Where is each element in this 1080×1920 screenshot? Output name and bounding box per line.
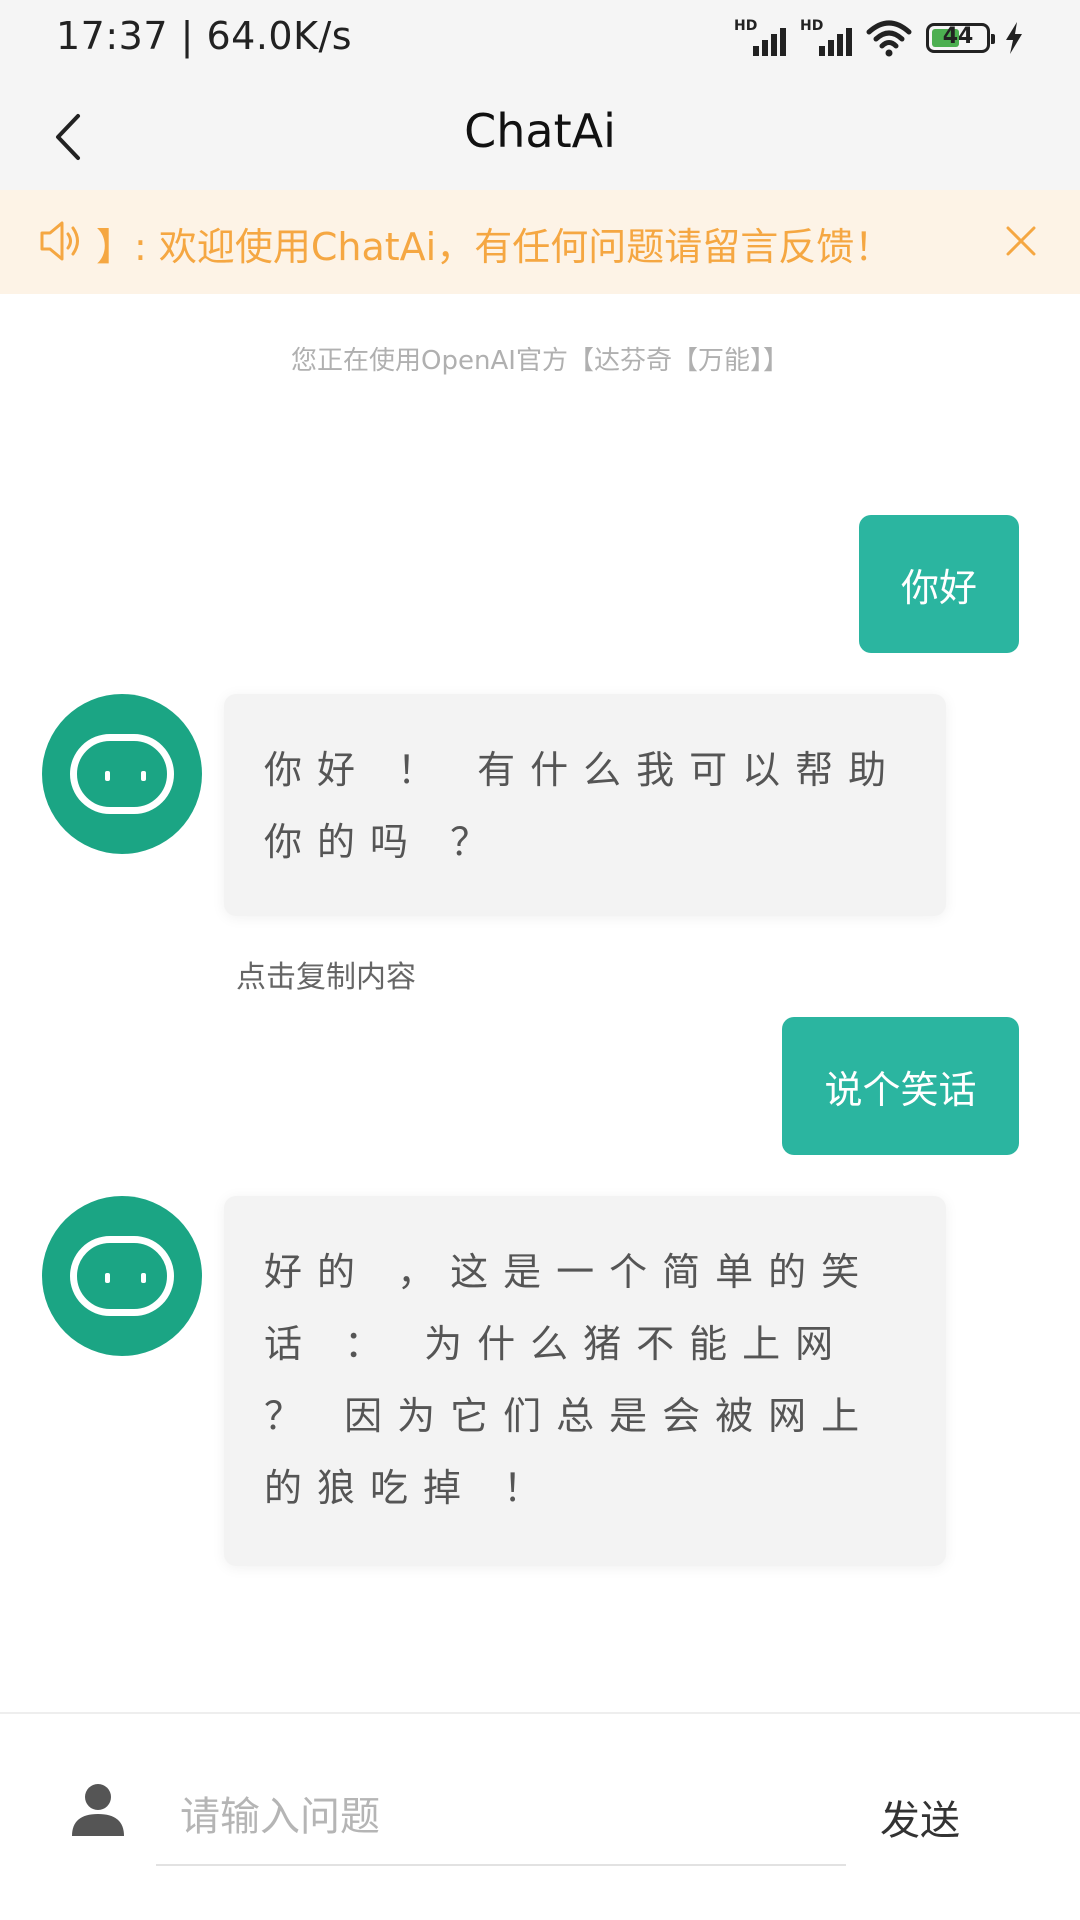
question-input[interactable] bbox=[156, 1770, 846, 1866]
battery-level: 44 bbox=[942, 24, 974, 49]
notice-banner: 】: 欢迎使用ChatAi，有任何问题请留言反馈！ bbox=[0, 190, 1080, 294]
status-icons: HD HD 44 bbox=[734, 16, 1024, 60]
close-icon[interactable] bbox=[996, 216, 1046, 266]
bot-avatar bbox=[42, 694, 202, 854]
notice-text: 】: 欢迎使用ChatAi，有任何问题请留言反馈！ bbox=[96, 225, 893, 269]
wifi-icon bbox=[866, 20, 912, 57]
user-message[interactable]: 你好 bbox=[859, 515, 1019, 653]
signal-icon: HD bbox=[800, 18, 852, 58]
model-info: 您正在使用OpenAI官方【达芬奇【万能】】 bbox=[291, 346, 789, 376]
assistant-message[interactable]: 好的 ，这是一个简单的笑话 ： 为什么猪不能上网 ？ 因为它们总是会被网上的狼吃… bbox=[224, 1196, 946, 1566]
copy-content-link[interactable]: 点击复制内容 bbox=[236, 952, 416, 996]
message-text: 你好 ！ 有什么我可以帮助你的吗 ？ bbox=[264, 748, 902, 864]
page-title: ChatAi bbox=[464, 104, 616, 158]
robot-face-icon bbox=[70, 734, 174, 814]
signal-icon: HD bbox=[734, 18, 786, 58]
message-text: 好的 ，这是一个简单的笑话 ： 为什么猪不能上网 ？ 因为它们总是会被网上的狼吃… bbox=[264, 1250, 875, 1510]
bot-avatar bbox=[42, 1196, 202, 1356]
person-icon bbox=[72, 1784, 124, 1836]
battery-icon: 44 bbox=[926, 23, 995, 53]
user-message[interactable]: 说个笑话 bbox=[782, 1017, 1019, 1155]
charging-icon bbox=[1006, 22, 1022, 54]
message-text: 你好 bbox=[900, 565, 977, 610]
message-text: 说个笑话 bbox=[824, 1067, 977, 1112]
status-time-speed: 17:37 | 64.0K/s bbox=[56, 14, 353, 58]
divider bbox=[0, 1712, 1080, 1714]
title-bar: ChatAi bbox=[0, 80, 1080, 190]
send-button[interactable]: 发送 bbox=[880, 1788, 960, 1846]
speaker-icon bbox=[40, 221, 79, 261]
robot-face-icon bbox=[70, 1236, 174, 1316]
assistant-message[interactable]: 你好 ！ 有什么我可以帮助你的吗 ？ bbox=[224, 694, 946, 916]
status-bar: 17:37 | 64.0K/s HD HD 44 bbox=[0, 0, 1080, 80]
